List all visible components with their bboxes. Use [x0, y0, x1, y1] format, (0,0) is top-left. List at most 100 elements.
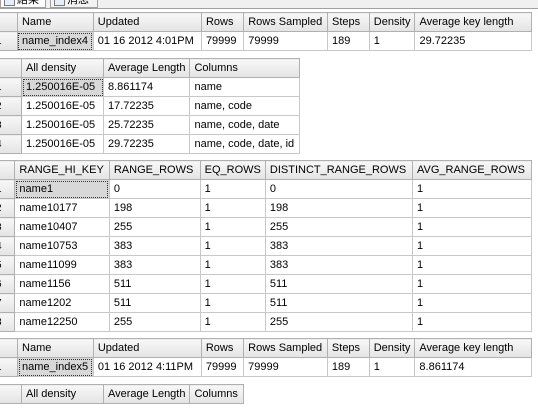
- row-header[interactable]: 1: [0, 179, 16, 199]
- table-cell[interactable]: 1: [411, 293, 533, 313]
- select-all-corner[interactable]: [0, 12, 18, 32]
- column-header[interactable]: Updated: [92, 338, 202, 358]
- column-header[interactable]: Rows: [200, 12, 245, 32]
- table-cell[interactable]: 29.72235: [414, 31, 532, 51]
- tab-messages[interactable]: 消息: [50, 0, 98, 8]
- table-cell[interactable]: 1: [411, 255, 533, 275]
- row-header[interactable]: 7: [0, 293, 16, 313]
- table-cell[interactable]: 1: [411, 198, 533, 218]
- column-header[interactable]: Name: [17, 338, 94, 358]
- table-cell[interactable]: 1: [411, 179, 533, 199]
- table-cell[interactable]: 383: [108, 236, 201, 256]
- table-cell[interactable]: 79999: [200, 357, 245, 377]
- table-cell[interactable]: 383: [264, 236, 413, 256]
- table-cell[interactable]: name1202: [14, 293, 110, 313]
- table-cell[interactable]: 1: [199, 293, 266, 313]
- table-cell[interactable]: 1: [411, 274, 533, 294]
- table-cell[interactable]: 511: [108, 293, 201, 313]
- row-header[interactable]: 6: [0, 274, 16, 294]
- select-all-corner[interactable]: [0, 58, 22, 78]
- select-all-corner[interactable]: [0, 160, 16, 180]
- tab-results[interactable]: 結果: [0, 0, 46, 8]
- table-cell[interactable]: 01 16 2012 4:01PM: [92, 31, 202, 51]
- column-header[interactable]: RANGE_ROWS: [108, 160, 201, 180]
- column-header[interactable]: Rows: [200, 338, 245, 358]
- table-cell[interactable]: name10407: [14, 217, 110, 237]
- table-cell[interactable]: name: [189, 77, 301, 97]
- table-cell[interactable]: 1: [199, 179, 266, 199]
- table-cell[interactable]: 0: [264, 179, 413, 199]
- table-cell[interactable]: 79999: [243, 357, 328, 377]
- row-header[interactable]: 3: [0, 115, 22, 135]
- table-cell[interactable]: name_index5: [17, 357, 94, 377]
- table-cell[interactable]: 79999: [200, 31, 245, 51]
- column-header[interactable]: Density: [368, 338, 416, 358]
- table-cell[interactable]: 8.861174: [102, 77, 191, 97]
- table-cell[interactable]: 1: [199, 236, 266, 256]
- row-header[interactable]: 1: [0, 77, 22, 97]
- table-cell[interactable]: name10753: [14, 236, 110, 256]
- column-header[interactable]: DISTINCT_RANGE_ROWS: [264, 160, 413, 180]
- row-header[interactable]: 1: [0, 357, 19, 377]
- table-cell[interactable]: 1: [368, 31, 416, 51]
- table-cell[interactable]: 1: [199, 217, 266, 237]
- column-header[interactable]: Density: [368, 12, 416, 32]
- table-cell[interactable]: 1.250016E-05: [21, 77, 104, 97]
- table-cell[interactable]: name12250: [14, 312, 110, 332]
- table-cell[interactable]: name, code, date: [189, 115, 301, 135]
- table-cell[interactable]: name1156: [14, 274, 110, 294]
- table-cell[interactable]: 189: [327, 31, 370, 51]
- column-header[interactable]: Average key length: [414, 338, 532, 358]
- column-header[interactable]: Steps: [326, 338, 370, 358]
- table-cell[interactable]: 1: [199, 198, 266, 218]
- table-cell[interactable]: 1.250016E-05: [21, 115, 104, 135]
- table-cell[interactable]: 511: [108, 274, 201, 294]
- row-header[interactable]: 4: [0, 236, 16, 256]
- table-cell[interactable]: name11099: [14, 255, 110, 275]
- column-header[interactable]: Average Length: [102, 58, 191, 78]
- table-cell[interactable]: 511: [264, 293, 413, 313]
- row-header[interactable]: 3: [0, 217, 16, 237]
- table-cell[interactable]: name10177: [14, 198, 110, 218]
- table-cell[interactable]: 1: [199, 274, 266, 294]
- select-all-corner[interactable]: [0, 338, 19, 358]
- row-header[interactable]: 2: [0, 198, 16, 218]
- table-cell[interactable]: 1: [368, 357, 416, 377]
- table-cell[interactable]: 383: [108, 255, 201, 275]
- column-header[interactable]: AVG_RANGE_ROWS: [411, 160, 533, 180]
- table-cell[interactable]: 79999: [243, 31, 328, 51]
- row-header[interactable]: 1: [0, 31, 18, 51]
- table-cell[interactable]: name1: [14, 179, 110, 199]
- table-cell[interactable]: 0: [108, 179, 201, 199]
- table-cell[interactable]: 511: [264, 274, 413, 294]
- column-header[interactable]: RANGE_HI_KEY: [14, 160, 110, 180]
- select-all-corner[interactable]: [0, 384, 22, 404]
- table-cell[interactable]: 383: [264, 255, 413, 275]
- table-cell[interactable]: 01 16 2012 4:11PM: [92, 357, 202, 377]
- table-cell[interactable]: 198: [264, 198, 413, 218]
- table-cell[interactable]: 255: [264, 217, 413, 237]
- row-header[interactable]: 5: [0, 255, 16, 275]
- table-cell[interactable]: name_index4: [16, 31, 94, 51]
- column-header[interactable]: All density: [21, 58, 104, 78]
- column-header[interactable]: Name: [16, 12, 94, 32]
- column-header[interactable]: Rows Sampled: [243, 338, 328, 358]
- column-header[interactable]: EQ_ROWS: [199, 160, 266, 180]
- row-header[interactable]: 4: [0, 134, 22, 154]
- table-cell[interactable]: 255: [264, 312, 413, 332]
- table-cell[interactable]: 198: [108, 198, 201, 218]
- table-cell[interactable]: 255: [108, 312, 201, 332]
- table-cell[interactable]: 1: [199, 255, 266, 275]
- table-cell[interactable]: name, code: [189, 96, 301, 116]
- table-cell[interactable]: 1: [199, 312, 266, 332]
- table-cell[interactable]: 29.72235: [102, 134, 191, 154]
- column-header[interactable]: All density: [21, 384, 104, 404]
- table-cell[interactable]: 1: [411, 312, 533, 332]
- column-header[interactable]: Updated: [92, 12, 202, 32]
- row-header[interactable]: 8: [0, 312, 16, 332]
- table-cell[interactable]: 1: [411, 217, 533, 237]
- table-cell[interactable]: 1.250016E-05: [21, 134, 104, 154]
- row-header[interactable]: 2: [0, 96, 22, 116]
- column-header[interactable]: Rows Sampled: [243, 12, 328, 32]
- table-cell[interactable]: name, code, date, id: [189, 134, 301, 154]
